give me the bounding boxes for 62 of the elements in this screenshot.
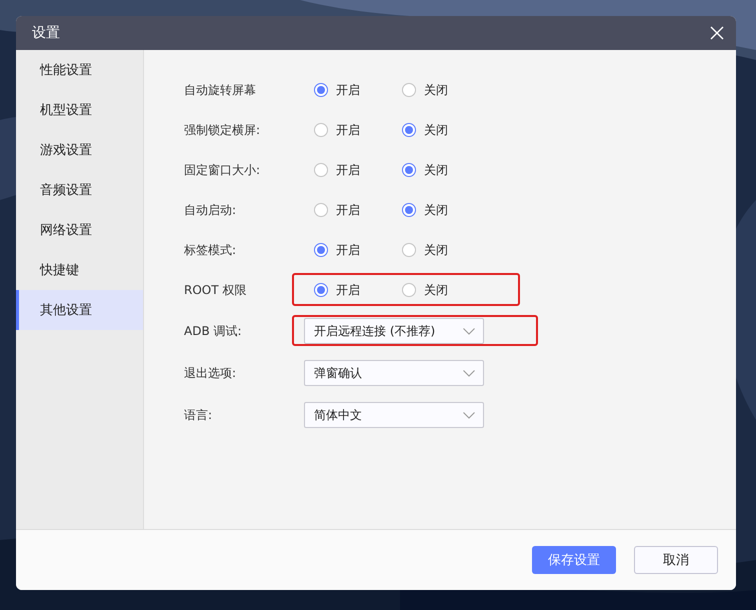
sidebar-item[interactable]: 网络设置 — [16, 210, 143, 250]
setting-label: 自动启动: — [184, 202, 238, 218]
option-label: 关闭 — [424, 202, 448, 218]
setting-label: 退出选项: — [184, 364, 238, 382]
caret-icon — [463, 412, 475, 418]
setting-label: 语言: — [184, 406, 214, 424]
save-button[interactable]: 保存设置 — [532, 546, 616, 574]
option-label: 关闭 — [424, 122, 448, 138]
radio-option[interactable]: 开启 — [314, 202, 402, 218]
option-label: 开启 — [336, 122, 360, 138]
sidebar-item[interactable]: 机型设置 — [16, 90, 143, 130]
radio-button[interactable] — [314, 203, 328, 217]
setting-label: 标签模式: — [184, 242, 238, 258]
setting-label: ROOT 权限 — [184, 282, 248, 298]
radio-option[interactable]: 开启 — [314, 82, 402, 98]
caret-icon — [463, 328, 475, 334]
close-icon[interactable] — [710, 26, 724, 40]
dropdown[interactable]: 简体中文 — [304, 402, 484, 428]
dropdown[interactable]: 弹窗确认 — [304, 360, 484, 386]
radio-button[interactable] — [402, 283, 416, 297]
radio-button[interactable] — [314, 283, 328, 297]
option-label: 开启 — [336, 242, 360, 258]
radio-button[interactable] — [314, 243, 328, 257]
sidebar-item[interactable]: 游戏设置 — [16, 130, 143, 170]
radio-button[interactable] — [402, 203, 416, 217]
radio-option[interactable]: 关闭 — [402, 202, 490, 218]
radio-button[interactable] — [314, 83, 328, 97]
option-label: 关闭 — [424, 282, 448, 298]
sidebar-item[interactable]: 性能设置 — [16, 50, 143, 90]
cancel-button[interactable]: 取消 — [634, 546, 718, 574]
radio-option[interactable]: 开启 — [314, 282, 402, 298]
radio-option[interactable]: 开启 — [314, 162, 402, 178]
radio-option[interactable]: 关闭 — [402, 242, 490, 258]
radio-option[interactable]: 开启 — [314, 242, 402, 258]
radio-button[interactable] — [402, 83, 416, 97]
window-title: 设置 — [32, 24, 60, 42]
radio-option[interactable]: 关闭 — [402, 282, 490, 298]
radio-button[interactable] — [402, 243, 416, 257]
radio-button[interactable] — [402, 163, 416, 177]
radio-option[interactable]: 关闭 — [402, 162, 490, 178]
sidebar-item[interactable]: 音频设置 — [16, 170, 143, 210]
radio-option[interactable]: 关闭 — [402, 122, 490, 138]
setting-label: 自动旋转屏幕 — [184, 82, 257, 98]
caret-icon — [463, 370, 475, 376]
radio-button[interactable] — [314, 123, 328, 137]
radio-option[interactable]: 关闭 — [402, 82, 490, 98]
radio-button[interactable] — [314, 163, 328, 177]
option-label: 开启 — [336, 282, 360, 298]
dropdown[interactable]: 开启远程连接 (不推荐) — [304, 318, 484, 344]
setting-label: 固定窗口大小: — [184, 162, 262, 178]
sidebar-item[interactable]: 其他设置 — [16, 290, 143, 330]
radio-button[interactable] — [402, 123, 416, 137]
option-label: 开启 — [336, 162, 360, 178]
sidebar-item[interactable]: 快捷键 — [16, 250, 143, 290]
option-label: 关闭 — [424, 242, 448, 258]
radio-option[interactable]: 开启 — [314, 122, 402, 138]
option-label: 关闭 — [424, 82, 448, 98]
option-label: 关闭 — [424, 162, 448, 178]
option-label: 开启 — [336, 82, 360, 98]
setting-label: 强制锁定横屏: — [184, 122, 262, 138]
setting-label: ADB 调试: — [184, 322, 243, 340]
option-label: 开启 — [336, 202, 360, 218]
